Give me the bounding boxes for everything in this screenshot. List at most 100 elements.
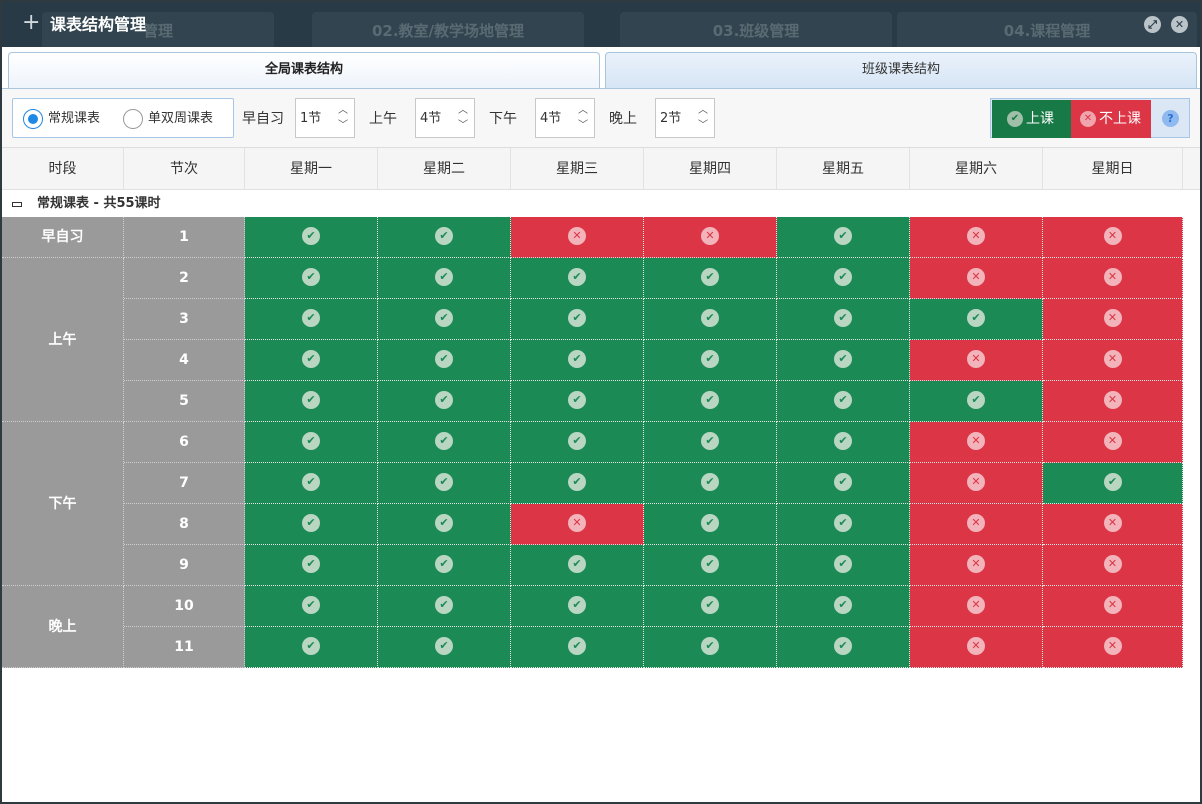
schedule-cell-on[interactable]: ✔ — [644, 586, 777, 627]
schedule-cell-on[interactable]: ✔ — [777, 422, 910, 463]
schedule-cell-off[interactable]: ✕ — [910, 217, 1043, 258]
schedule-cell-off[interactable]: ✕ — [1043, 422, 1183, 463]
radio-regular-schedule[interactable]: 常规课表 — [23, 109, 113, 129]
schedule-cell-on[interactable]: ✔ — [777, 381, 910, 422]
schedule-cell-on[interactable]: ✔ — [245, 258, 378, 299]
schedule-cell-on[interactable]: ✔ — [378, 299, 511, 340]
close-icon[interactable]: ✕ — [1171, 16, 1188, 33]
schedule-cell-on[interactable]: ✔ — [245, 545, 378, 586]
schedule-cell-on[interactable]: ✔ — [511, 422, 644, 463]
schedule-cell-off[interactable]: ✕ — [910, 586, 1043, 627]
schedule-cell-on[interactable]: ✔ — [644, 422, 777, 463]
schedule-cell-on[interactable]: ✔ — [245, 381, 378, 422]
schedule-cell-off[interactable]: ✕ — [910, 258, 1043, 299]
schedule-cell-on[interactable]: ✔ — [245, 463, 378, 504]
schedule-cell-off[interactable]: ✕ — [1043, 340, 1183, 381]
schedule-cell-on[interactable]: ✔ — [378, 422, 511, 463]
schedule-cell-off[interactable]: ✕ — [1043, 258, 1183, 299]
schedule-cell-off[interactable]: ✕ — [910, 627, 1043, 668]
group-row[interactable]: 常规课表 - 共55课时 — [2, 190, 1200, 217]
schedule-cell-on[interactable]: ✔ — [644, 299, 777, 340]
schedule-cell-on[interactable]: ✔ — [378, 217, 511, 258]
radio-oddeven-schedule[interactable]: 单双周课表 — [123, 109, 228, 129]
schedule-cell-on[interactable]: ✔ — [777, 586, 910, 627]
tab-global-schedule[interactable]: 全局课表结构 — [8, 52, 600, 88]
morning-spinner[interactable]: 4节 ︿ ﹀ — [415, 98, 475, 138]
schedule-cell-on[interactable]: ✔ — [245, 504, 378, 545]
schedule-cell-off[interactable]: ✕ — [910, 463, 1043, 504]
collapse-icon[interactable] — [12, 202, 22, 207]
schedule-cell-on[interactable]: ✔ — [777, 340, 910, 381]
schedule-cell-off[interactable]: ✕ — [1043, 586, 1183, 627]
spinner-value: 2节 — [660, 111, 682, 126]
legend-off-button[interactable]: ✕ 不上课 — [1071, 100, 1151, 138]
cross-icon: ✕ — [967, 227, 985, 245]
schedule-cell-on[interactable]: ✔ — [644, 381, 777, 422]
schedule-cell-on[interactable]: ✔ — [511, 340, 644, 381]
schedule-cell-on[interactable]: ✔ — [245, 217, 378, 258]
schedule-cell-on[interactable]: ✔ — [378, 627, 511, 668]
schedule-cell-on[interactable]: ✔ — [511, 545, 644, 586]
schedule-cell-on[interactable]: ✔ — [511, 258, 644, 299]
schedule-cell-off[interactable]: ✕ — [1043, 299, 1183, 340]
schedule-cell-on[interactable]: ✔ — [378, 545, 511, 586]
schedule-cell-on[interactable]: ✔ — [777, 627, 910, 668]
schedule-cell-on[interactable]: ✔ — [644, 340, 777, 381]
schedule-cell-off[interactable]: ✕ — [910, 422, 1043, 463]
schedule-cell-on[interactable]: ✔ — [378, 340, 511, 381]
schedule-cell-on[interactable]: ✔ — [245, 586, 378, 627]
schedule-cell-on[interactable]: ✔ — [644, 545, 777, 586]
schedule-cell-off[interactable]: ✕ — [644, 217, 777, 258]
schedule-cell-on[interactable]: ✔ — [511, 627, 644, 668]
schedule-cell-off[interactable]: ✕ — [1043, 381, 1183, 422]
schedule-cell-on[interactable]: ✔ — [910, 381, 1043, 422]
schedule-cell-off[interactable]: ✕ — [511, 504, 644, 545]
spinner-arrows-icon[interactable]: ︿ ﹀ — [576, 103, 590, 135]
schedule-cell-off[interactable]: ✕ — [1043, 217, 1183, 258]
restore-icon[interactable]: ⤢ — [1144, 16, 1161, 33]
schedule-cell-on[interactable]: ✔ — [644, 627, 777, 668]
schedule-cell-off[interactable]: ✕ — [1043, 627, 1183, 668]
legend-on-button[interactable]: ✔ 上课 — [992, 100, 1071, 138]
schedule-cell-on[interactable]: ✔ — [644, 258, 777, 299]
schedule-cell-on[interactable]: ✔ — [644, 463, 777, 504]
schedule-cell-on[interactable]: ✔ — [245, 340, 378, 381]
afternoon-spinner[interactable]: 4节 ︿ ﹀ — [535, 98, 595, 138]
schedule-cell-off[interactable]: ✕ — [511, 217, 644, 258]
help-icon[interactable]: ? — [1162, 110, 1179, 127]
schedule-cell-on[interactable]: ✔ — [777, 217, 910, 258]
schedule-cell-on[interactable]: ✔ — [777, 504, 910, 545]
check-icon: ✔ — [701, 596, 719, 614]
schedule-cell-off[interactable]: ✕ — [910, 504, 1043, 545]
spinner-arrows-icon[interactable]: ︿ ﹀ — [456, 103, 470, 135]
schedule-cell-off[interactable]: ✕ — [910, 545, 1043, 586]
schedule-cell-on[interactable]: ✔ — [777, 258, 910, 299]
spinner-arrows-icon[interactable]: ︿ ﹀ — [696, 103, 710, 135]
schedule-cell-on[interactable]: ✔ — [511, 586, 644, 627]
schedule-cell-on[interactable]: ✔ — [777, 545, 910, 586]
schedule-cell-on[interactable]: ✔ — [777, 299, 910, 340]
schedule-cell-on[interactable]: ✔ — [378, 381, 511, 422]
check-icon: ✔ — [701, 391, 719, 409]
schedule-cell-on[interactable]: ✔ — [245, 299, 378, 340]
schedule-cell-on[interactable]: ✔ — [1043, 463, 1183, 504]
schedule-cell-on[interactable]: ✔ — [245, 627, 378, 668]
schedule-cell-on[interactable]: ✔ — [910, 299, 1043, 340]
schedule-cell-off[interactable]: ✕ — [1043, 504, 1183, 545]
tab-class-schedule[interactable]: 班级课表结构 — [605, 52, 1197, 88]
schedule-cell-on[interactable]: ✔ — [378, 504, 511, 545]
schedule-cell-on[interactable]: ✔ — [378, 258, 511, 299]
schedule-cell-on[interactable]: ✔ — [378, 586, 511, 627]
schedule-cell-on[interactable]: ✔ — [777, 463, 910, 504]
schedule-cell-on[interactable]: ✔ — [644, 504, 777, 545]
schedule-cell-off[interactable]: ✕ — [1043, 545, 1183, 586]
schedule-cell-on[interactable]: ✔ — [245, 422, 378, 463]
schedule-cell-off[interactable]: ✕ — [910, 340, 1043, 381]
schedule-cell-on[interactable]: ✔ — [511, 463, 644, 504]
schedule-cell-on[interactable]: ✔ — [511, 299, 644, 340]
schedule-cell-on[interactable]: ✔ — [378, 463, 511, 504]
morning-study-spinner[interactable]: 1节 ︿ ﹀ — [295, 98, 355, 138]
evening-spinner[interactable]: 2节 ︿ ﹀ — [655, 98, 715, 138]
schedule-cell-on[interactable]: ✔ — [511, 381, 644, 422]
spinner-arrows-icon[interactable]: ︿ ﹀ — [336, 103, 350, 135]
